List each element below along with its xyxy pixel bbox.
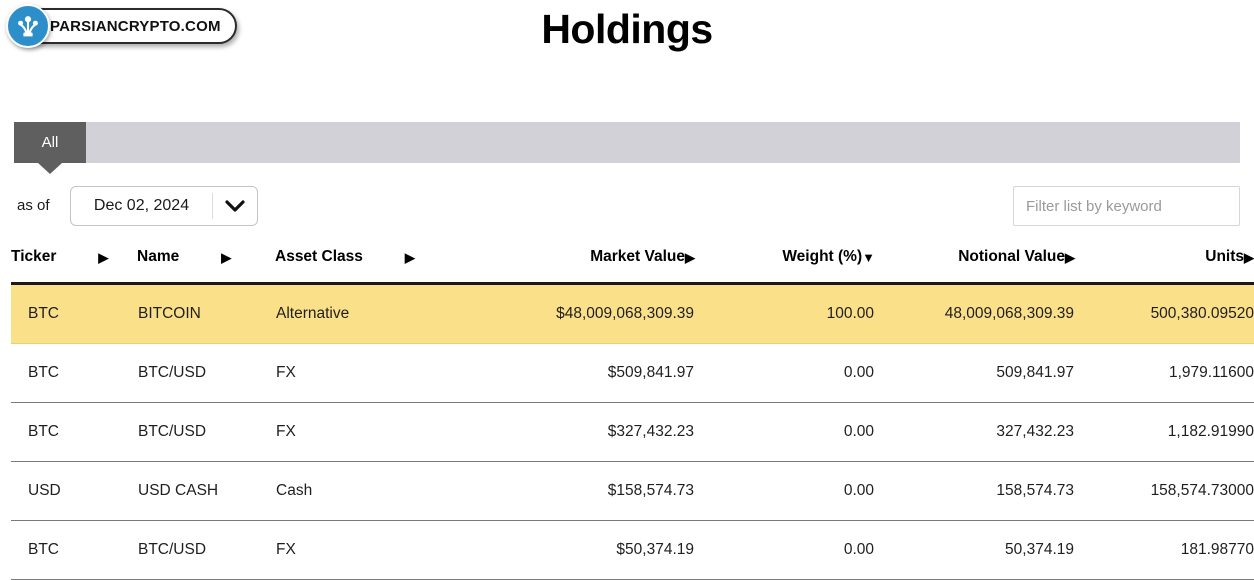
controls-row: as of Dec 02, 2024	[0, 186, 1254, 228]
column-header-notional-value[interactable]: Notional Value ▶	[875, 248, 1075, 284]
cell-ticker: USD	[11, 461, 137, 521]
cell-name: BITCOIN	[137, 282, 275, 344]
cell-asset: FX	[275, 402, 475, 462]
holdings-table: Ticker ▶ Name ▶ Asset Class ▶ Market Val…	[11, 248, 1254, 580]
cell-ticker: BTC	[11, 520, 137, 580]
cell-notional: 50,374.19	[875, 520, 1075, 580]
column-header-weight[interactable]: Weight (%) ▼	[695, 248, 875, 284]
cell-market: $509,841.97	[475, 343, 695, 403]
tab-active-pointer	[38, 163, 62, 174]
sort-indicator-name[interactable]: ▶	[221, 251, 231, 264]
cell-market: $50,374.19	[475, 520, 695, 580]
cell-notional: 48,009,068,309.39	[875, 282, 1075, 344]
cell-ticker: BTC	[11, 282, 137, 344]
sort-indicator-weight[interactable]: ▼	[862, 251, 875, 264]
table-row[interactable]: BTC BTC/USD FX $509,841.97 0.00 509,841.97 1,9…	[11, 343, 1254, 403]
cell-notional: 327,432.23	[875, 402, 1075, 462]
cell-asset: FX	[275, 520, 475, 580]
sort-indicator-ticker[interactable]: ▶	[98, 251, 108, 264]
table-header: Ticker ▶ Name ▶ Asset Class ▶ Market Val…	[11, 248, 1254, 284]
sort-indicator-market-value[interactable]: ▶	[685, 251, 695, 264]
date-picker-value: Dec 02, 2024	[93, 197, 190, 214]
filter-input[interactable]	[1013, 186, 1240, 226]
column-header-notional-value-label: Notional Value	[958, 248, 1065, 265]
cell-weight: 0.00	[695, 343, 875, 403]
cell-name: BTC/USD	[137, 343, 275, 403]
cell-weight: 0.00	[695, 461, 875, 521]
cell-units: 1,979.11600	[1075, 343, 1254, 403]
cell-name: BTC/USD	[137, 520, 275, 580]
date-picker[interactable]: Dec 02, 2024	[70, 186, 258, 226]
column-header-asset-class[interactable]: Asset Class ▶	[275, 248, 475, 284]
cell-weight: 0.00	[695, 520, 875, 580]
column-header-name[interactable]: Name ▶	[137, 248, 275, 284]
column-header-ticker-label: Ticker	[11, 248, 57, 265]
cell-units: 158,574.73000	[1075, 461, 1254, 521]
tab-strip: All	[14, 122, 1240, 174]
column-header-units[interactable]: Units ▶	[1075, 248, 1254, 284]
as-of-label: as of	[17, 197, 50, 214]
column-header-asset-class-label: Asset Class	[275, 248, 363, 265]
cell-asset: FX	[275, 343, 475, 403]
cell-asset: Cash	[275, 461, 475, 521]
column-header-market-value-label: Market Value	[590, 248, 685, 265]
table-row[interactable]: USD USD CASH Cash $158,574.73 0.00 158,574.73…	[11, 461, 1254, 521]
table-header-row: Ticker ▶ Name ▶ Asset Class ▶ Market Val…	[11, 248, 1254, 284]
cell-notional: 158,574.73	[875, 461, 1075, 521]
cell-name: BTC/USD	[137, 402, 275, 462]
cell-asset: Alternative	[275, 282, 475, 344]
cell-notional: 509,841.97	[875, 343, 1075, 403]
cell-market: $327,432.23	[475, 402, 695, 462]
cell-units: 1,182.91990	[1075, 402, 1254, 462]
sort-indicator-notional-value[interactable]: ▶	[1065, 251, 1075, 264]
tab-all[interactable]: All	[14, 122, 86, 163]
table-row[interactable]: BTC BITCOIN Alternative $48,009,068,309.39 1…	[11, 282, 1254, 344]
table-row[interactable]: BTC BTC/USD FX $327,432.23 0.00 327,432.23 1,1…	[11, 402, 1254, 462]
column-header-units-label: Units	[1205, 248, 1244, 265]
cell-ticker: BTC	[11, 402, 137, 462]
table-row[interactable]: BTC BTC/USD FX $50,374.19 0.00 50,374.19 181.9…	[11, 520, 1254, 580]
column-header-weight-label: Weight (%)	[782, 248, 863, 265]
column-header-market-value[interactable]: Market Value ▶	[475, 248, 695, 284]
cell-units: 181.98770	[1075, 520, 1254, 580]
cell-units: 500,380.09520	[1075, 282, 1254, 344]
cell-market: $158,574.73	[475, 461, 695, 521]
cell-name: USD CASH	[137, 461, 275, 521]
sort-indicator-units[interactable]: ▶	[1244, 251, 1254, 264]
column-header-name-label: Name	[137, 248, 180, 265]
chevron-down-icon[interactable]	[213, 199, 257, 213]
sort-indicator-asset-class[interactable]: ▶	[405, 251, 415, 264]
cell-weight: 0.00	[695, 402, 875, 462]
page-title: Holdings	[541, 6, 713, 52]
cell-market: $48,009,068,309.39	[475, 282, 695, 344]
column-header-ticker[interactable]: Ticker ▶	[11, 248, 137, 284]
table-body: BTC BITCOIN Alternative $48,009,068,309.39 1…	[11, 282, 1254, 580]
cell-ticker: BTC	[11, 343, 137, 403]
cell-weight: 100.00	[695, 282, 875, 344]
